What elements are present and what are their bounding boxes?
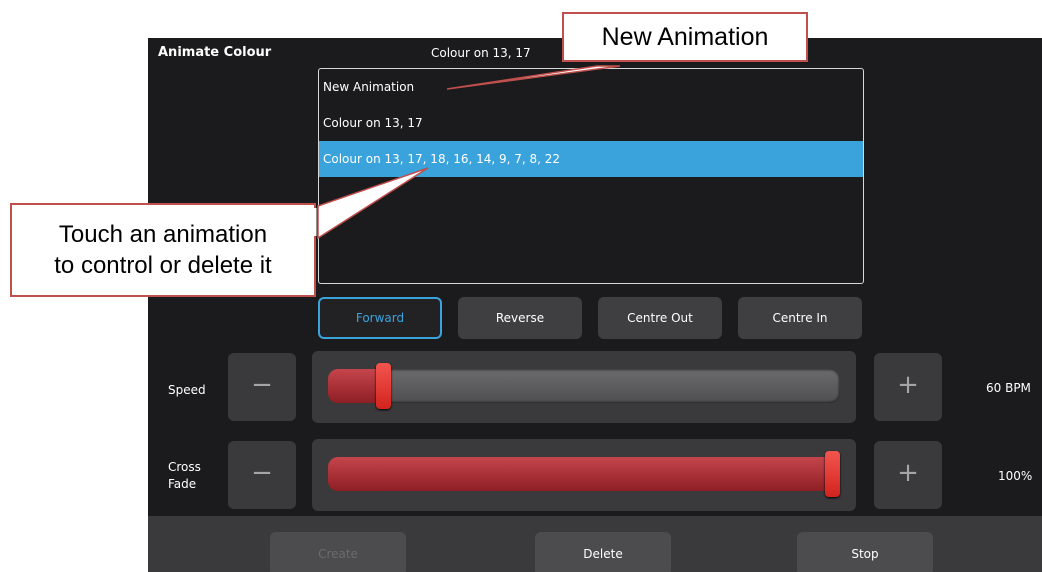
touch-callout-line2: to control or delete it	[54, 252, 272, 279]
touch-animation-pointer	[317, 167, 429, 240]
new-animation-callout: New Animation	[562, 12, 808, 62]
touch-animation-callout: Touch an animation to control or delete …	[10, 203, 316, 297]
touch-callout-line1: Touch an animation	[58, 221, 268, 248]
new-animation-pointer	[446, 65, 621, 90]
